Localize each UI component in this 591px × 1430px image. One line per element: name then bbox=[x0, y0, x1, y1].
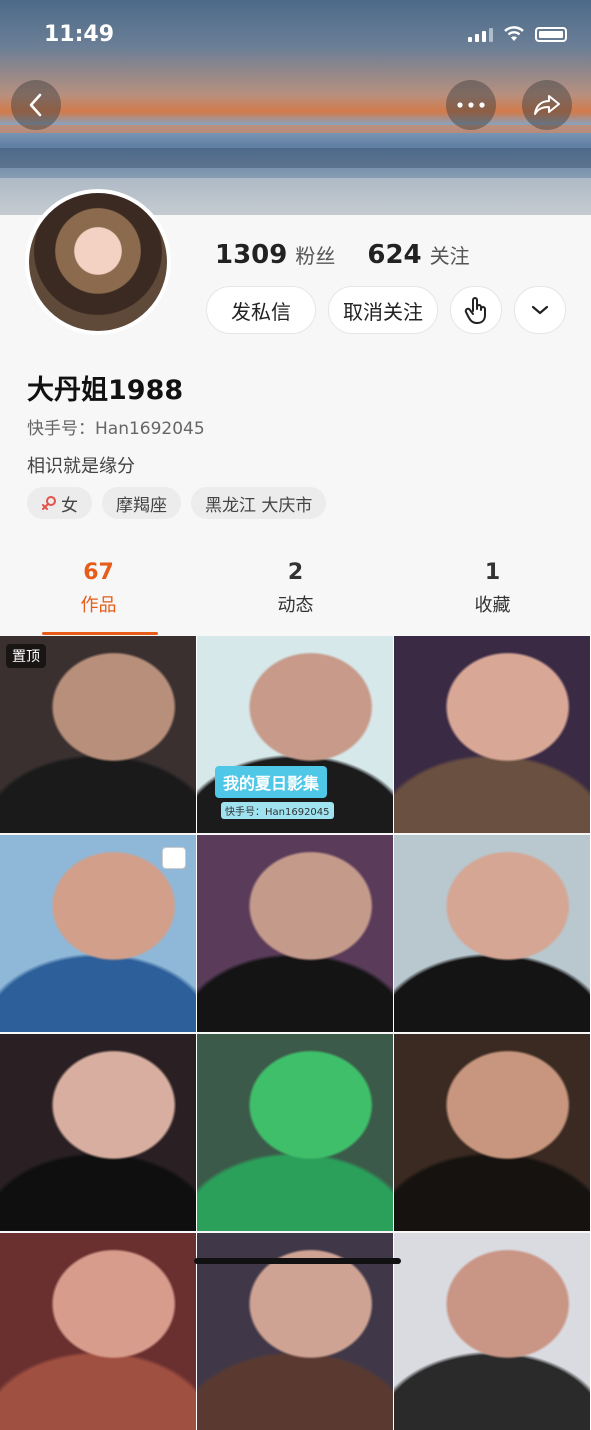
chevron-left-icon bbox=[29, 93, 42, 117]
back-button[interactable] bbox=[11, 80, 61, 130]
photo-album-icon bbox=[162, 847, 186, 869]
video-thumbnail[interactable] bbox=[394, 835, 591, 1032]
signal-icon bbox=[468, 26, 493, 42]
profile-tags: 女 摩羯座 黑龙江 大庆市 bbox=[27, 487, 327, 519]
album-title: 我的夏日影集 bbox=[215, 766, 328, 798]
chevron-down-icon bbox=[531, 305, 549, 315]
location-tag: 黑龙江 大庆市 bbox=[191, 487, 327, 519]
profile-tabs: 67 作品 2 动态 1 收藏 bbox=[0, 560, 591, 635]
tab-active-indicator bbox=[42, 632, 158, 635]
profile-bio: 相识就是缘分 bbox=[27, 456, 135, 477]
video-thumbnail[interactable]: 置顶 bbox=[0, 636, 197, 833]
kuaishou-id[interactable]: 快手号：Han1692045 bbox=[27, 414, 205, 439]
tab-favorites-label: 收藏 bbox=[474, 595, 511, 616]
unfollow-button[interactable]: 取消关注 bbox=[328, 286, 438, 334]
status-time: 11:49 bbox=[44, 22, 115, 47]
avatar[interactable] bbox=[25, 189, 171, 335]
followers-label[interactable]: 粉丝 bbox=[295, 240, 335, 269]
video-thumbnail[interactable] bbox=[394, 636, 591, 833]
gender-label: 女 bbox=[61, 495, 78, 516]
hand-tap-icon bbox=[464, 297, 486, 324]
album-watermark-id: 快手号：Han1692045 bbox=[221, 802, 334, 819]
tab-works[interactable]: 67 作品 bbox=[0, 560, 197, 617]
video-thumbnail[interactable] bbox=[394, 1034, 591, 1231]
video-thumbnail[interactable]: 我的夏日影集快手号：Han1692045 bbox=[197, 636, 394, 833]
more-dots-icon bbox=[457, 102, 485, 108]
share-arrow-icon bbox=[534, 95, 560, 115]
following-count[interactable]: 624 bbox=[367, 240, 421, 270]
video-thumbnail[interactable] bbox=[0, 1034, 197, 1231]
video-thumbnail[interactable] bbox=[197, 835, 394, 1032]
tab-works-label: 作品 bbox=[80, 595, 117, 616]
message-button[interactable]: 发私信 bbox=[206, 286, 316, 334]
expand-button[interactable] bbox=[514, 286, 566, 334]
video-thumbnail[interactable] bbox=[0, 1233, 197, 1430]
share-button[interactable] bbox=[522, 80, 572, 130]
poke-button[interactable] bbox=[450, 286, 502, 334]
tab-moments[interactable]: 2 动态 bbox=[197, 560, 394, 617]
tab-moments-count: 2 bbox=[287, 560, 304, 585]
video-thumbnail[interactable] bbox=[0, 835, 197, 1032]
status-icons bbox=[468, 26, 567, 42]
profile-name: 大丹姐1988 bbox=[27, 375, 184, 406]
more-button[interactable] bbox=[446, 80, 496, 130]
works-grid: 置顶 我的夏日影集 快手号：Han1692045 bbox=[0, 636, 591, 1430]
gender-tag: 女 bbox=[27, 487, 92, 519]
tab-favorites[interactable]: 1 收藏 bbox=[394, 560, 591, 617]
tab-moments-label: 动态 bbox=[277, 595, 314, 616]
wifi-icon bbox=[504, 26, 524, 41]
video-thumbnail[interactable] bbox=[197, 1034, 394, 1231]
video-thumbnail[interactable] bbox=[394, 1233, 591, 1430]
female-symbol-icon bbox=[42, 496, 56, 510]
zodiac-tag: 摩羯座 bbox=[102, 487, 181, 519]
tab-works-count: 67 bbox=[83, 560, 114, 585]
followers-count[interactable]: 1309 bbox=[215, 240, 287, 270]
tab-favorites-count: 1 bbox=[484, 560, 501, 585]
following-label[interactable]: 关注 bbox=[430, 240, 470, 269]
home-indicator bbox=[194, 1258, 401, 1264]
stats-row: 1309 粉丝 624 关注 bbox=[215, 240, 494, 270]
battery-icon bbox=[535, 26, 567, 42]
pinned-badge: 置顶 bbox=[6, 644, 46, 668]
